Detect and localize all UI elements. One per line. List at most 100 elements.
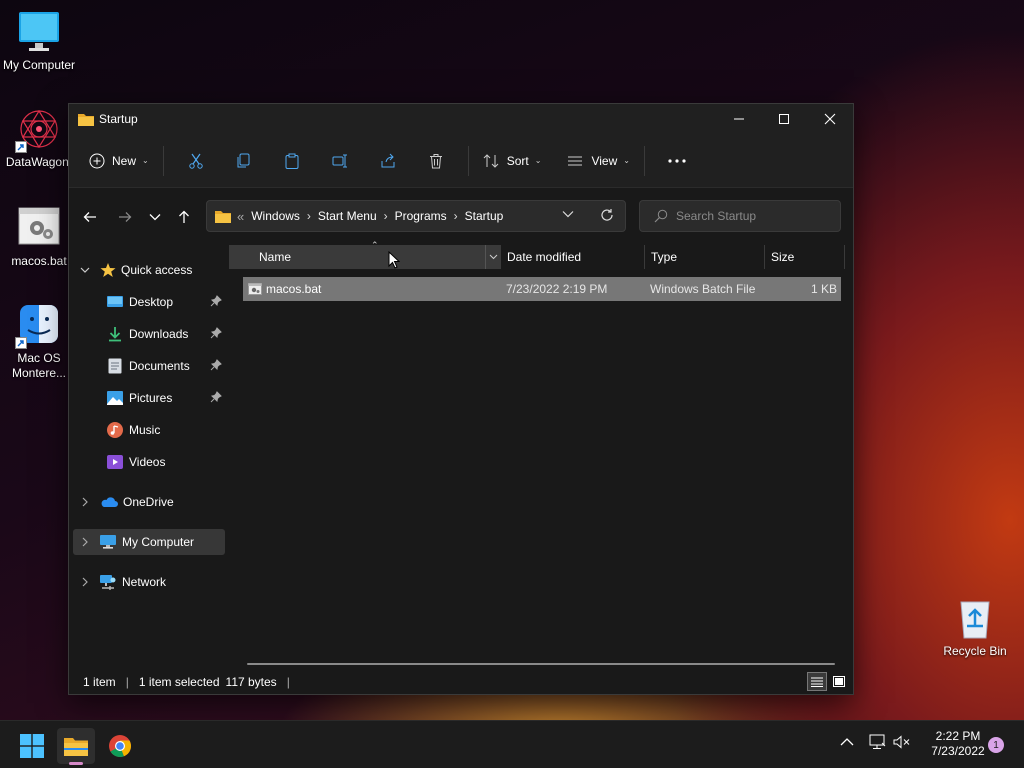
minimize-button[interactable] [716,104,762,134]
copy-button[interactable] [220,145,268,177]
picture-icon [107,391,123,405]
chevron-right-icon[interactable] [81,577,89,587]
finder-icon [15,303,61,349]
column-name-label: Name [259,250,292,264]
title-bar[interactable]: Startup [69,104,853,134]
monitor-icon [17,10,61,54]
new-button[interactable]: New ⌄ [83,145,155,177]
search-box[interactable]: Search Startup [639,200,841,232]
more-options-button[interactable] [653,145,701,177]
minimize-icon [734,118,744,120]
nav-my-computer[interactable]: My Computer [73,529,225,555]
view-lines-icon [568,156,583,165]
cut-button[interactable] [172,145,220,177]
arrow-up-icon [179,210,189,223]
address-row: « Windows › Start Menu › Programs › Star… [69,188,853,245]
breadcrumb-programs[interactable]: Programs [395,209,447,223]
status-selected: 1 item selected [138,675,220,689]
horizontal-scrollbar[interactable] [247,663,835,665]
star-icon [100,263,116,277]
desktop-icon-my-computer[interactable]: My Computer [0,10,79,73]
sort-button[interactable]: Sort ⌄ [477,145,548,177]
sort-label: Sort [506,153,529,168]
file-size: 1 KB [810,282,837,296]
nav-onedrive[interactable]: OneDrive [73,489,225,515]
rename-button[interactable] [316,145,364,177]
cloud-icon [101,497,118,507]
network-status-button[interactable] [868,734,886,750]
nav-music[interactable]: Music [73,417,225,443]
document-icon [108,358,122,374]
pin-icon[interactable] [210,295,222,307]
show-hidden-icons-button[interactable] [840,737,854,747]
clock[interactable]: 2:22 PM 7/23/2022 [918,729,998,759]
address-bar[interactable]: « Windows › Start Menu › Programs › Star… [206,200,626,232]
chevron-right-icon[interactable] [81,537,89,547]
arrow-left-icon [83,212,96,222]
chevron-down-icon: ⌄ [623,156,630,165]
refresh-button[interactable] [600,208,614,222]
pin-icon[interactable] [210,327,222,339]
nav-quick-access[interactable]: Quick access [73,257,225,283]
breadcrumb-separator-icon: › [383,209,388,223]
back-button[interactable] [75,202,105,232]
desktop-icon-recycle-bin[interactable]: Recycle Bin [935,596,1015,659]
status-bar: 1 item | 1 item selected 117 bytes | [69,670,853,694]
file-explorer-window[interactable]: Startup New ⌄ Sort ⌄ View ⌄ « Windows › … [68,103,854,695]
column-header-name[interactable]: Name ⌃ [229,240,501,269]
folder-icon [64,738,88,756]
nav-documents[interactable]: Documents [73,353,225,379]
start-button[interactable] [13,728,51,764]
shortcut-arrow-icon [15,337,27,349]
paste-button[interactable] [268,145,316,177]
file-type: Windows Batch File [650,282,756,296]
volume-button[interactable] [893,735,911,749]
batch-file-icon [17,206,61,250]
nav-label: Pictures [129,391,173,405]
close-button[interactable] [807,104,853,134]
breadcrumb-windows[interactable]: Windows [251,209,300,223]
chevron-down-icon [149,214,161,221]
forward-button[interactable] [110,202,140,232]
nav-pictures[interactable]: Pictures [73,385,225,411]
taskbar-chrome[interactable] [101,728,139,764]
column-header-date[interactable]: Date modified [501,245,645,269]
column-filter-chevron-icon[interactable] [485,245,501,269]
download-icon [109,327,121,342]
chevron-right-icon[interactable] [81,497,89,507]
nav-desktop[interactable]: Desktop [73,289,225,315]
recent-locations-button[interactable] [140,202,170,232]
pin-icon[interactable] [210,359,222,371]
up-button[interactable] [169,202,199,232]
maximize-button[interactable] [761,104,807,134]
file-row[interactable]: macos.bat 7/23/2022 2:19 PM Windows Batc… [243,277,841,301]
datawagon-logo-icon [15,107,61,153]
overflow-chevron-icon[interactable]: « [237,209,244,224]
delete-button[interactable] [412,145,460,177]
column-header-type[interactable]: Type [645,245,765,269]
notification-badge[interactable]: 1 [988,737,1004,753]
view-button[interactable]: View ⌄ [561,145,636,177]
address-history-button[interactable] [562,210,574,218]
nav-downloads[interactable]: Downloads [73,321,225,347]
file-name: macos.bat [266,282,322,296]
breadcrumb-startup[interactable]: Startup [465,209,504,223]
search-placeholder: Search Startup [676,209,757,223]
share-button[interactable] [364,145,412,177]
nav-videos[interactable]: Videos [73,449,225,475]
plus-circle-icon [89,153,105,168]
recycle-bin-icon [953,596,997,640]
pin-icon[interactable] [210,391,222,403]
details-view-button[interactable] [807,672,827,691]
chevron-down-icon: ⌄ [142,156,149,165]
maximize-icon [779,114,789,124]
large-icons-view-button[interactable] [829,672,849,691]
nav-network[interactable]: Network [73,569,225,595]
status-size: 117 bytes [225,675,277,689]
windows-logo-icon [20,734,44,758]
desktop-icon-label: My Computer [2,58,76,72]
column-header-size[interactable]: Size [765,245,845,269]
taskbar-file-explorer[interactable] [57,728,95,765]
window-title: Startup [99,112,138,126]
breadcrumb-start-menu[interactable]: Start Menu [318,209,377,223]
